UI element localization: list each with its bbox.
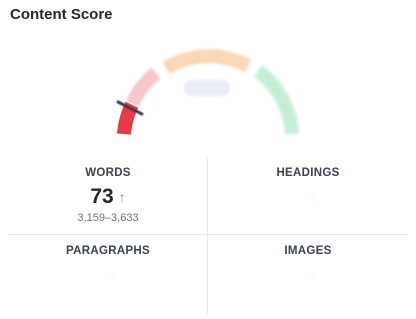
stat-paragraphs-label: PARAGRAPHS [66,245,150,257]
score-badge [184,80,230,96]
arrow-up-icon: ↑ [118,189,126,205]
grid-divider-horizontal [8,234,408,235]
stat-paragraphs-blurred: · [100,257,116,302]
score-value [180,102,244,138]
stat-headings-blurred: · [300,179,316,224]
arrow-up-icon: · [311,189,316,205]
stats-grid: WORDS 73 ↑ 3,159–3,633 HEADINGS · PARAGR… [8,158,408,314]
stat-words: WORDS 73 ↑ 3,159–3,633 [8,158,208,234]
stat-headings: HEADINGS · [208,158,408,234]
stat-words-value: 73 [90,185,114,208]
stat-paragraphs-range [100,290,116,302]
arrow-up-icon: · [311,267,316,283]
stat-headings-label: HEADINGS [276,167,340,179]
stat-images-blurred: · [300,257,316,302]
stat-paragraphs: PARAGRAPHS · [8,236,208,312]
stat-images-value [300,263,306,287]
stat-images: IMAGES · [208,236,408,312]
stat-paragraphs-value [100,263,106,287]
arrow-up-icon: · [111,267,116,283]
stat-words-range: 3,159–3,633 [77,212,139,224]
gauge-segment-high [253,65,299,135]
stat-words-label: WORDS [85,167,131,179]
gauge-segment-mid [162,49,252,75]
gauge-segment-low-light [125,67,161,107]
content-score-title: Content Score [10,6,113,23]
stat-headings-range [300,212,316,224]
stat-images-range [300,290,316,302]
stat-headings-value [300,185,306,209]
stat-images-label: IMAGES [284,245,332,257]
